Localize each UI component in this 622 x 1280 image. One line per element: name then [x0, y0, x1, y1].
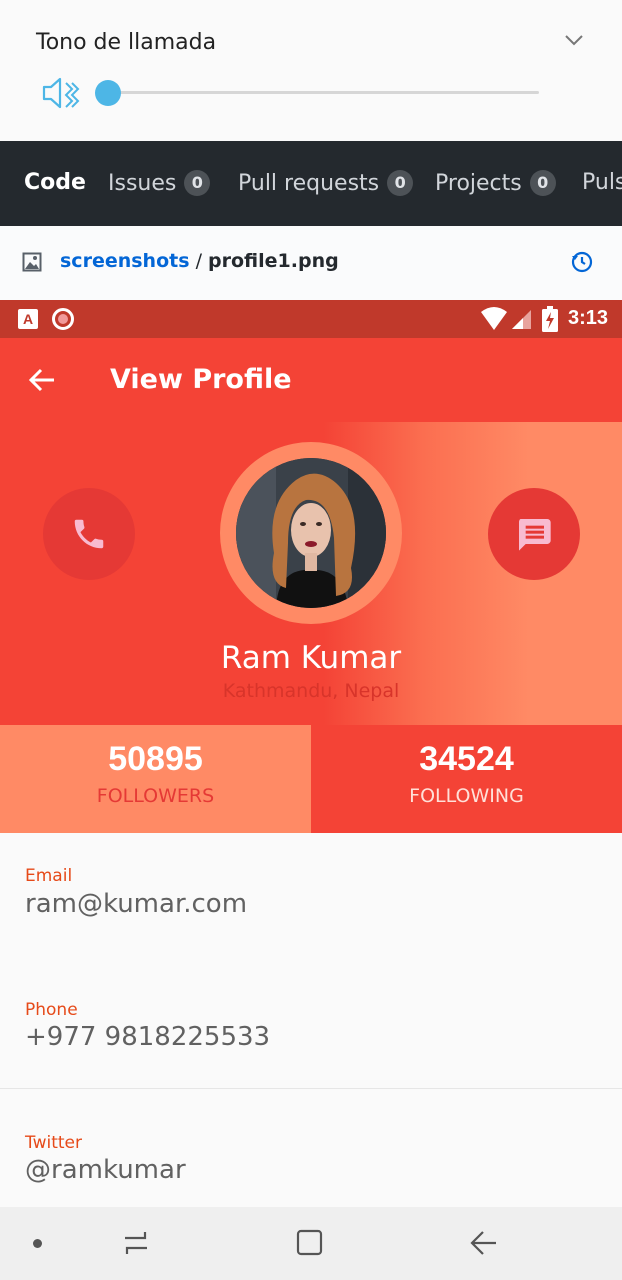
breadcrumb-separator: /	[195, 250, 202, 272]
phone-label: Phone	[25, 1000, 78, 1020]
phone-icon	[74, 519, 104, 549]
volume-slider-track[interactable]	[107, 91, 539, 94]
page-title: View Profile	[110, 364, 292, 395]
status-time: 3:13	[568, 307, 609, 329]
recents-icon[interactable]	[121, 1228, 151, 1258]
signal-icon	[512, 310, 531, 329]
volume-panel	[0, 0, 622, 141]
breadcrumb-folder-link[interactable]: screenshots	[60, 250, 190, 272]
following-label: FOLLOWING	[409, 785, 524, 807]
tab-pull-requests-label: Pull requests	[238, 170, 380, 196]
tab-projects[interactable]: Projects 0	[435, 170, 556, 196]
a-notification-icon: A	[18, 309, 38, 329]
tab-issues-count: 0	[184, 170, 211, 196]
twitter-item[interactable]: Twitter @ramkumar	[0, 1089, 622, 1223]
profile-name: Ram Kumar	[220, 640, 402, 676]
tab-issues[interactable]: Issues 0	[108, 170, 211, 196]
breadcrumb-file: profile1.png	[208, 250, 339, 272]
followers-count: 50895	[108, 740, 203, 778]
followers-stat[interactable]: 50895 FOLLOWERS	[0, 725, 311, 833]
twitter-value: @ramkumar	[25, 1155, 186, 1185]
history-icon[interactable]	[570, 250, 594, 274]
home-icon[interactable]	[295, 1228, 325, 1258]
tab-code-label: Code	[24, 170, 86, 195]
repo-tab-bar: Code Issues 0 Pull requests 0 Projects 0…	[0, 141, 622, 226]
tab-code[interactable]: Code	[24, 170, 86, 195]
profile-location: Kathmandu, Nepal	[222, 680, 400, 702]
email-value: ram@kumar.com	[25, 889, 248, 919]
app-bar	[0, 338, 622, 422]
email-label: Email	[25, 866, 73, 886]
following-stat[interactable]: 34524 FOLLOWING	[311, 725, 622, 833]
tab-projects-count: 0	[529, 170, 556, 196]
tab-projects-label: Projects	[435, 170, 522, 196]
speaker-muted-icon[interactable]	[40, 74, 80, 112]
phone-item[interactable]: Phone +977 9818225533	[0, 955, 622, 1089]
record-icon	[52, 308, 74, 330]
twitter-label: Twitter	[25, 1133, 82, 1153]
volume-slider-thumb[interactable]	[95, 80, 121, 106]
chevron-down-icon[interactable]	[562, 28, 586, 52]
message-icon	[519, 519, 551, 551]
call-button[interactable]	[43, 488, 135, 580]
wifi-icon	[481, 307, 507, 330]
image-file-icon	[22, 252, 42, 272]
volume-title: Tono de llamada	[36, 30, 217, 55]
battery-charging-icon	[542, 306, 558, 332]
tab-pull-requests[interactable]: Pull requests 0	[238, 170, 414, 196]
tab-pulse-label: Puls	[582, 170, 622, 195]
followers-label: FOLLOWERS	[96, 785, 215, 807]
tab-pulse[interactable]: Puls	[582, 170, 622, 195]
following-count: 34524	[419, 740, 514, 778]
arrow-back-icon[interactable]	[28, 366, 56, 394]
message-button[interactable]	[488, 488, 580, 580]
dot-icon	[33, 1239, 42, 1248]
phone-value: +977 9818225533	[25, 1022, 271, 1052]
tab-pull-requests-count: 0	[387, 170, 414, 196]
avatar	[236, 458, 386, 608]
back-icon[interactable]	[469, 1228, 499, 1258]
breadcrumb: screenshots / profile1.png	[60, 250, 339, 272]
tab-issues-label: Issues	[108, 170, 177, 196]
email-item[interactable]: Email ram@kumar.com	[0, 833, 622, 967]
avatar-photo	[236, 458, 386, 608]
